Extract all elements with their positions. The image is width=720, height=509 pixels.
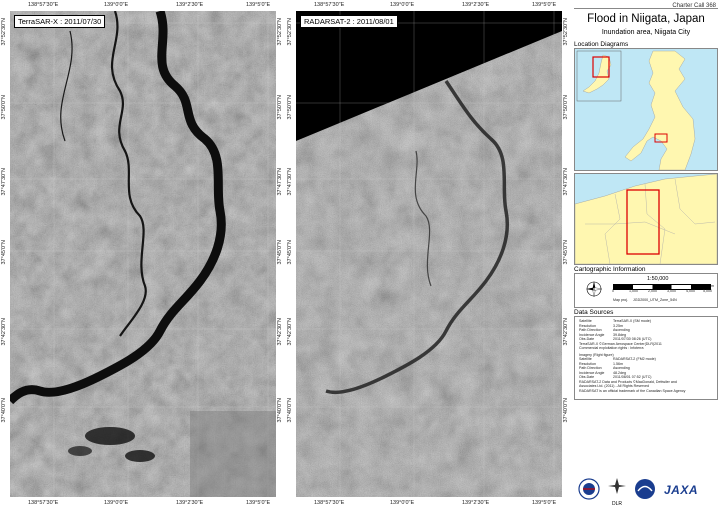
scale-tick: 5,000: [703, 289, 712, 293]
right-coord: 37°52'30"N: [277, 18, 283, 46]
left-coord: 37°45'0"N: [287, 240, 293, 265]
location-map-niigata[interactable]: [574, 173, 718, 265]
bottom-coord: 139°5'0"E: [246, 500, 271, 506]
scale-bar: [613, 284, 711, 290]
left-coord: 37°42'30"N: [287, 318, 293, 346]
left-coord: 37°47'30"N: [287, 168, 293, 196]
japan-map: [575, 49, 717, 171]
bottom-coord: 139°2'30"E: [462, 500, 490, 506]
left-coord: 37°45'0"N: [1, 240, 7, 265]
top-coord: 138°57'30"E: [314, 2, 345, 8]
terrasar-image[interactable]: TerraSAR-X : 2011/07/30: [10, 11, 276, 497]
map-subtitle: Inundation area, Niigata City: [601, 29, 691, 36]
sar-image-left: [10, 11, 276, 497]
scale-unit: m: [711, 284, 714, 288]
right-coord: 37°42'30"N: [277, 318, 283, 346]
right-map-panel: 138°57'30"E 139°0'0"E 139°2'30"E 139°5'0…: [286, 0, 572, 509]
image-label: TerraSAR-X : 2011/07/30: [14, 15, 106, 28]
left-coord: 37°50'0"N: [1, 95, 7, 120]
bottom-coord: 138°57'30"E: [28, 500, 59, 506]
right-coord: 37°40'0"N: [277, 398, 283, 423]
scale-tick: 1,000: [629, 289, 638, 293]
top-coord: 139°2'30"E: [176, 2, 204, 8]
right-coord: 37°40'0"N: [563, 398, 569, 423]
right-coord: 37°47'30"N: [563, 168, 569, 196]
imagery-1-block: Satellite TerraSAR-X (SM mode) Resolution…: [579, 319, 713, 393]
jaxa-logo: JAXA: [664, 482, 716, 498]
jaxa-text: JAXA: [664, 483, 699, 497]
source-note: Commercial exploitation rights : Infoter…: [579, 346, 644, 350]
scale-tick: 3,000: [667, 289, 676, 293]
left-coord: 37°52'30"N: [1, 18, 7, 46]
right-coord: 37°47'30"N: [277, 168, 283, 196]
agency-logo: [634, 478, 656, 500]
right-coord: 37°52'30"N: [563, 18, 569, 46]
scale-tick: 4,000: [686, 289, 695, 293]
bottom-coord: 139°2'30"E: [176, 500, 204, 506]
dlr-logo: DLR: [606, 476, 628, 507]
image-label: RADARSAT-2 : 2011/08/01: [300, 15, 398, 28]
bottom-coord: 139°0'0"E: [104, 500, 129, 506]
top-coord: 139°0'0"E: [390, 2, 415, 8]
scale-ratio: 1:50,000: [647, 276, 669, 282]
left-coord: 37°42'30"N: [1, 318, 7, 346]
cartographic-box: 1:50,000 0 1,000 2,000 3,000 4,000 5,000…: [574, 273, 718, 308]
charter-call: Charter Call 368: [672, 3, 716, 9]
location-header: Location Diagrams: [574, 41, 629, 48]
info-sidebar: Charter Call 368 Flood in Niigata, Japan…: [572, 0, 720, 509]
right-coord: 37°45'0"N: [277, 240, 283, 265]
top-coord: 139°0'0"E: [104, 2, 129, 8]
map-title: Flood in Niigata, Japan: [587, 13, 705, 25]
left-map-panel: 138°57'30"E 139°0'0"E 139°2'30"E 139°5'0…: [0, 0, 286, 509]
dlr-text: DLR: [611, 501, 622, 507]
map-proj-label: Map proj.: [613, 298, 628, 302]
right-coord: 37°42'30"N: [563, 318, 569, 346]
left-coord: 37°40'0"N: [1, 398, 7, 423]
cartographic-header: Cartographic Information: [574, 266, 646, 273]
map-proj-value: JGD2000_UTM_Zone_54N: [633, 298, 677, 302]
left-coord: 37°40'0"N: [287, 398, 293, 423]
left-coord: 37°47'30"N: [1, 168, 7, 196]
data-sources-box: Satellite TerraSAR-X (SM mode) Resolution…: [574, 316, 718, 400]
scale-tick: 0: [612, 289, 614, 293]
bottom-coord: 139°5'0"E: [532, 500, 557, 506]
scale-tick: 2,000: [648, 289, 657, 293]
top-coord: 138°57'30"E: [28, 2, 59, 8]
bottom-coord: 138°57'30"E: [314, 500, 345, 506]
right-coord: 37°50'0"N: [563, 95, 569, 120]
right-coord: 37°45'0"N: [563, 240, 569, 265]
niigata-map: [574, 173, 718, 265]
top-coord: 139°2'30"E: [462, 2, 490, 8]
data-sources-header: Data Sources: [574, 309, 614, 316]
radarsat-image[interactable]: RADARSAT-2 : 2011/08/01: [296, 11, 562, 497]
left-coord: 37°50'0"N: [287, 95, 293, 120]
north-arrow-icon: [585, 280, 603, 298]
bottom-coord: 139°0'0"E: [390, 500, 415, 506]
sar-image-right: [296, 11, 562, 497]
location-map-japan[interactable]: [574, 48, 718, 171]
charter-logo: [578, 478, 600, 500]
top-coord: 139°5'0"E: [532, 2, 557, 8]
left-coord: 37°52'30"N: [287, 18, 293, 46]
top-coord: 139°5'0"E: [246, 2, 271, 8]
source-note: RADARSAT is an official trademark of the…: [579, 388, 686, 393]
right-coord: 37°50'0"N: [277, 95, 283, 120]
